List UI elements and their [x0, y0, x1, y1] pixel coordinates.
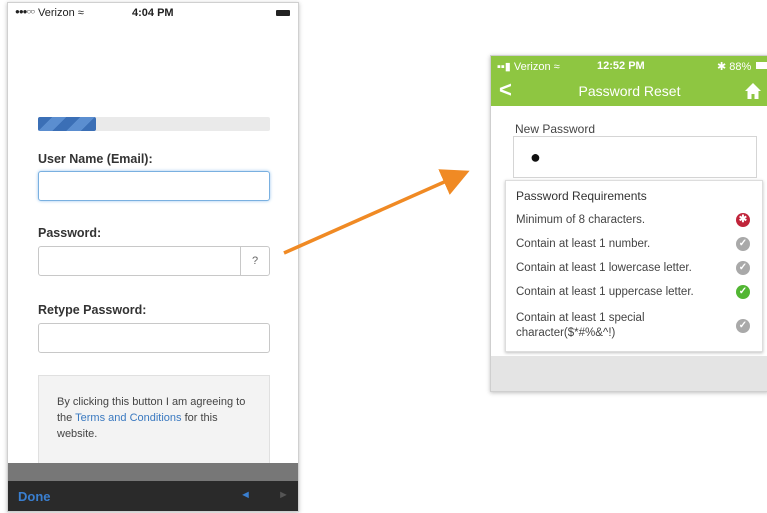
progress-bar	[38, 117, 270, 131]
requirement-row: Contain at least 1 uppercase letter. ✓	[516, 285, 756, 300]
battery-icon	[276, 10, 290, 16]
next-field-button[interactable]: ►	[278, 489, 289, 501]
status-bar: ●●●○○ Verizon ≈ 4:04 PM	[8, 3, 298, 23]
page-title: Password Reset	[578, 83, 681, 99]
progress-fill	[38, 117, 96, 131]
transition-arrow-icon	[283, 169, 470, 255]
password-mask: ●	[530, 147, 541, 167]
password-label: Password:	[38, 226, 102, 240]
footer-area	[491, 356, 767, 391]
terms-text: By clicking this button I am agreeing to…	[57, 394, 252, 442]
requirement-text: Minimum of 8 characters.	[516, 214, 646, 226]
requirement-text: Contain at least 1 special character($*#…	[516, 312, 645, 339]
keyboard-toolbar: Done ◄ ►	[8, 481, 298, 511]
previous-field-button[interactable]: ◄	[240, 489, 251, 501]
requirement-row: Minimum of 8 characters. ✱	[516, 213, 756, 228]
requirement-row: Contain at least 1 number. ✓	[516, 237, 756, 252]
terms-notice: By clicking this button I am agreeing to…	[38, 375, 270, 477]
requirement-text: Contain at least 1 number.	[516, 238, 651, 250]
clock: 4:04 PM	[132, 7, 174, 19]
battery-icon	[756, 62, 767, 69]
terms-link[interactable]: Terms and Conditions	[75, 412, 181, 424]
clock: 12:52 PM	[597, 60, 645, 72]
signal-icon: ●●●○○	[15, 7, 35, 16]
requirements-title: Password Requirements	[516, 189, 647, 203]
retype-password-input[interactable]	[38, 323, 270, 353]
done-button[interactable]: Done	[18, 489, 51, 504]
new-password-input[interactable]: ●	[513, 136, 757, 178]
carrier-label: ▪▪▮ Verizon ≈	[497, 61, 560, 73]
sign-up-screen: ●●●○○ Verizon ≈ 4:04 PM User Name (Email…	[7, 2, 299, 512]
check-circle-icon: ✓	[736, 261, 750, 275]
keyboard-divider	[8, 463, 298, 481]
check-circle-icon: ✓	[736, 319, 750, 333]
nav-bar: < Password Reset	[491, 76, 767, 106]
username-label: User Name (Email):	[38, 152, 153, 166]
check-circle-icon: ✓	[736, 285, 750, 299]
password-reset-screen: ▪▪▮ Verizon ≈ 12:52 PM ✱ 88% < Password …	[490, 55, 767, 392]
carrier-label: Verizon ≈	[38, 7, 84, 19]
requirement-text: Contain at least 1 lowercase letter.	[516, 262, 692, 274]
password-requirements-panel: Password Requirements Minimum of 8 chara…	[505, 180, 763, 352]
status-bar: ▪▪▮ Verizon ≈ 12:52 PM ✱ 88%	[491, 56, 767, 76]
retype-password-label: Retype Password:	[38, 303, 147, 317]
requirement-row: Contain at least 1 special character($*#…	[516, 311, 756, 341]
new-password-label: New Password	[515, 122, 596, 136]
requirement-text: Contain at least 1 uppercase letter.	[516, 286, 694, 298]
home-icon[interactable]	[744, 82, 762, 100]
battery-percent: ✱ 88%	[717, 61, 752, 73]
username-input[interactable]	[38, 171, 270, 201]
password-help-button[interactable]: ?	[240, 247, 269, 275]
requirement-row: Contain at least 1 lowercase letter. ✓	[516, 261, 756, 276]
asterisk-circle-icon: ✱	[736, 213, 750, 227]
password-input[interactable]: ?	[38, 246, 270, 276]
check-circle-icon: ✓	[736, 237, 750, 251]
